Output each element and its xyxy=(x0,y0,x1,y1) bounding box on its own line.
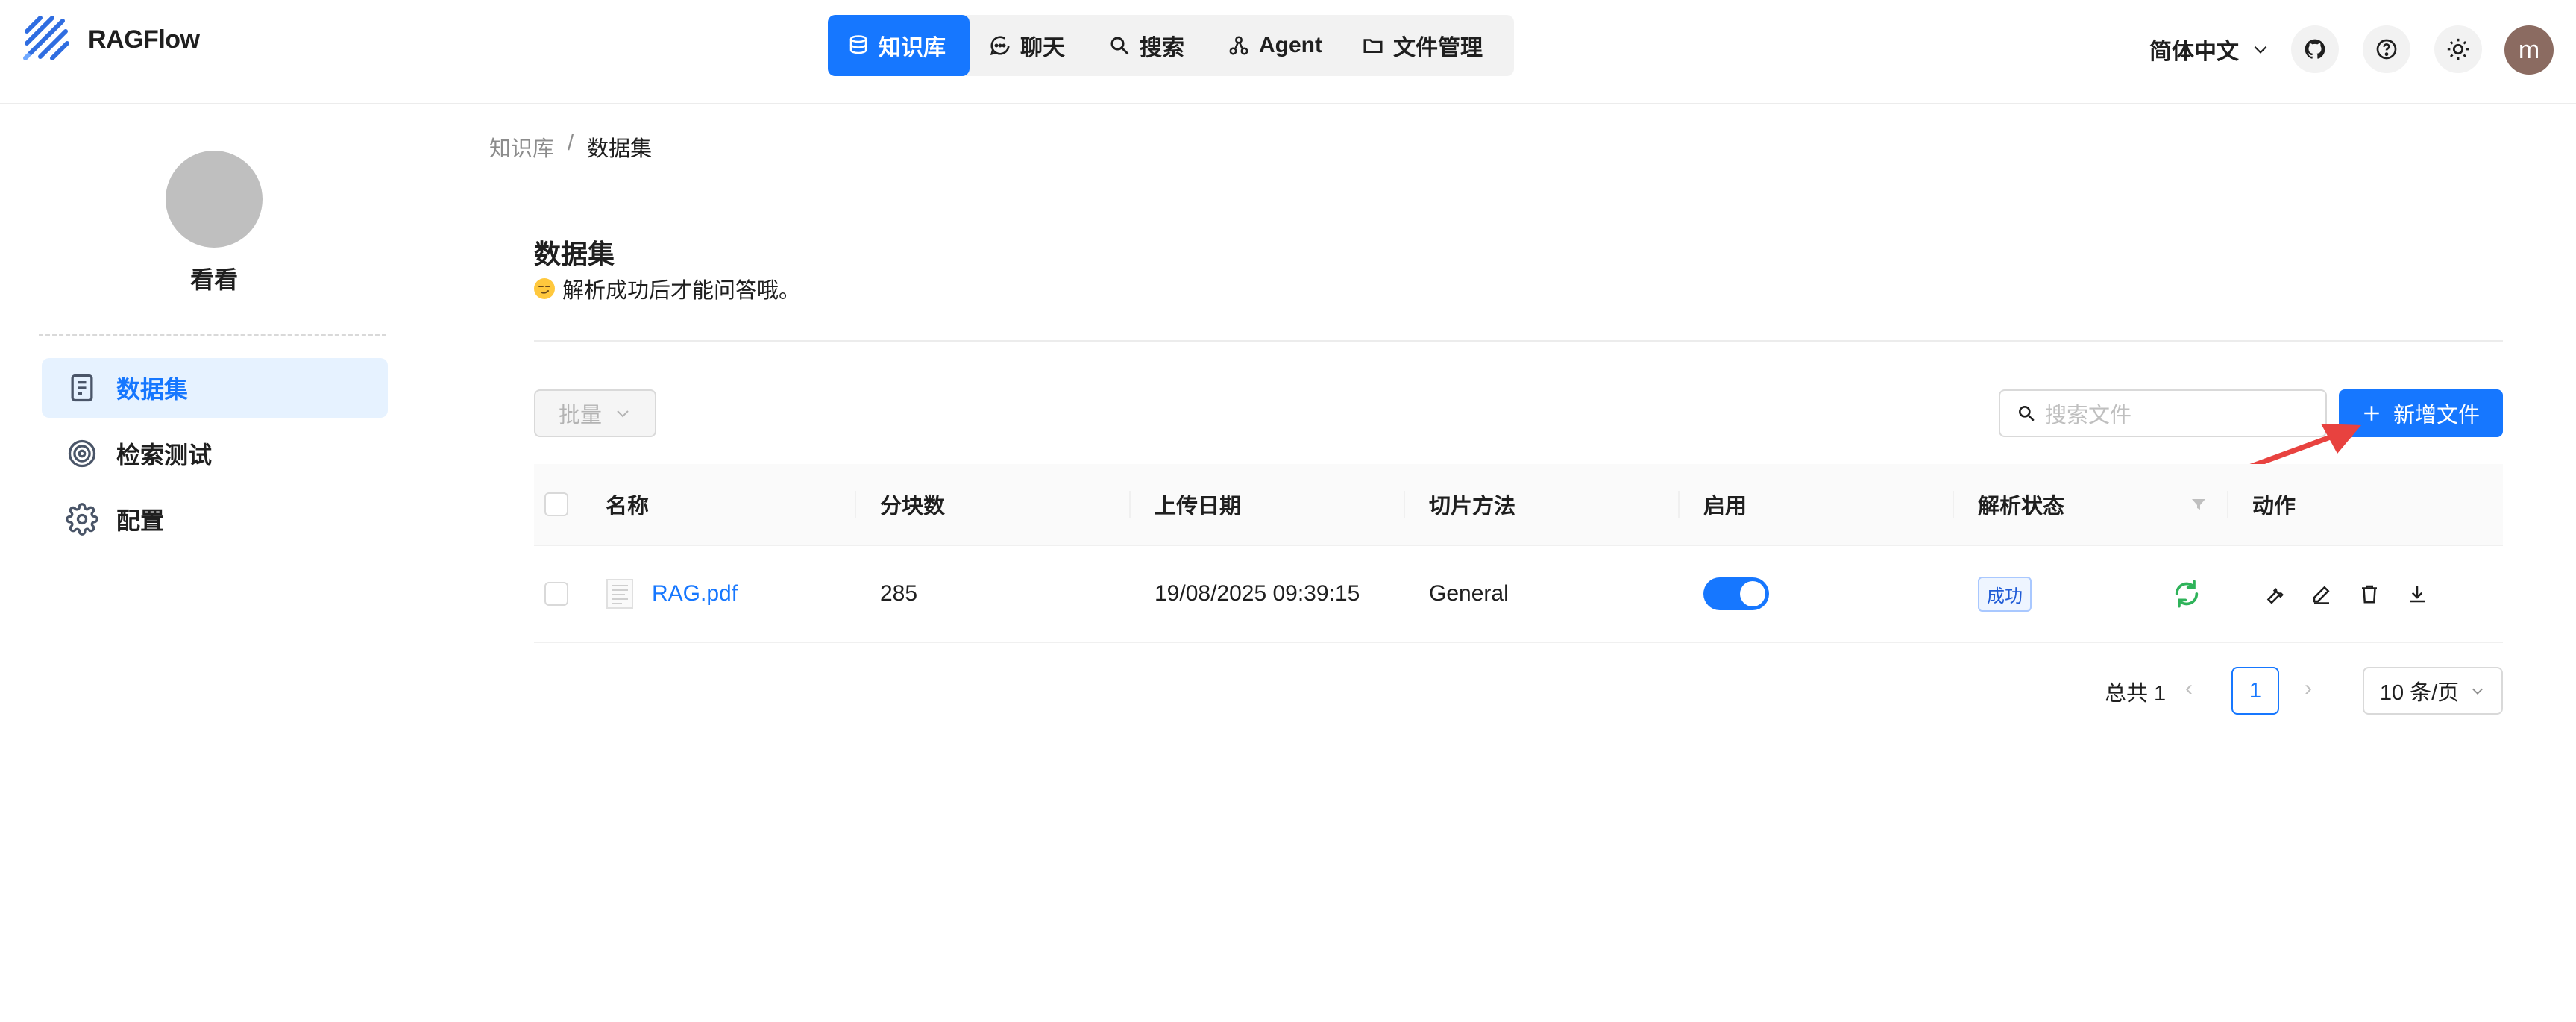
chevron-down-icon xyxy=(2251,40,2270,59)
search-placeholder: 搜索文件 xyxy=(2045,404,2132,427)
sidebar-item-retrieval-test[interactable]: 检索测试 xyxy=(42,424,388,483)
column-header-parse-status[interactable]: 解析状态 xyxy=(1978,464,2064,545)
filter-icon[interactable] xyxy=(2190,464,2208,545)
chevron-down-icon xyxy=(2469,683,2486,699)
gear-icon xyxy=(66,503,98,536)
delete-trash-icon[interactable] xyxy=(2358,546,2381,642)
sidebar-item-configuration[interactable]: 配置 xyxy=(42,489,388,549)
nav-item-label: 知识库 xyxy=(879,36,946,60)
nav-item-label: 文件管理 xyxy=(1393,36,1483,60)
breadcrumb-current: 数据集 xyxy=(587,137,653,161)
column-header-actions: 动作 xyxy=(2252,495,2296,518)
nav-item-label: 搜索 xyxy=(1140,36,1184,60)
dataset-avatar xyxy=(166,151,263,248)
upload-date-cell: 19/08/2025 09:39:15 xyxy=(1155,581,1360,606)
nav-item-label: 聊天 xyxy=(1020,36,1065,60)
table-row: RAG.pdf 285 19/08/2025 09:39:15 General … xyxy=(534,546,2503,643)
database-icon xyxy=(847,34,870,57)
plus-icon xyxy=(2362,404,2381,423)
main-nav: 知识库 聊天 搜索 Agent 文件管理 xyxy=(828,15,1514,76)
sun-icon xyxy=(2445,37,2471,62)
sidebar-item-label: 配置 xyxy=(116,507,165,534)
sidebar-item-label: 检索测试 xyxy=(116,442,213,468)
app-name[interactable]: RAGFlow xyxy=(88,25,200,54)
nav-item-file-management[interactable]: 文件管理 xyxy=(1342,15,1514,76)
settings-wrench-icon[interactable] xyxy=(2263,546,2285,642)
row-checkbox[interactable] xyxy=(544,546,568,642)
theme-toggle-button[interactable] xyxy=(2434,25,2482,73)
chat-icon xyxy=(989,34,1011,57)
add-file-label: 新增文件 xyxy=(2393,404,2480,427)
user-avatar[interactable]: m xyxy=(2504,25,2554,75)
status-badge: 成功 xyxy=(1978,576,2032,612)
page-size-label: 10 条/页 xyxy=(2379,681,2460,705)
nav-item-search[interactable]: 搜索 xyxy=(1089,15,1208,76)
page-description: 解析成功后才能问答哦。 xyxy=(534,273,800,304)
target-icon xyxy=(66,437,98,470)
language-selector[interactable]: 简体中文 xyxy=(2149,33,2270,66)
rename-pencil-icon[interactable] xyxy=(2310,546,2333,642)
download-icon[interactable] xyxy=(2406,546,2428,642)
sidebar-divider xyxy=(39,334,386,336)
language-label: 简体中文 xyxy=(2149,40,2239,64)
enabled-cell xyxy=(1703,546,1769,642)
search-icon xyxy=(2017,404,2036,423)
section-divider xyxy=(534,340,2503,342)
column-header-upload-date[interactable]: 上传日期 xyxy=(1155,464,1241,545)
nav-item-knowledge-base[interactable]: 知识库 xyxy=(828,15,970,76)
chunk-method-cell: General xyxy=(1429,581,1509,606)
column-header-enabled[interactable]: 启用 xyxy=(1703,464,1747,545)
chunks-cell: 285 xyxy=(880,581,918,606)
document-icon xyxy=(66,372,98,404)
column-header-chunk-method[interactable]: 切片方法 xyxy=(1429,464,1515,545)
pagination-next-icon[interactable]: › xyxy=(2305,676,2312,701)
pagination-total: 总共 1 xyxy=(2105,682,2167,706)
parse-status-cell: 成功 xyxy=(1978,546,2032,642)
breadcrumb-separator: / xyxy=(568,131,574,155)
description-text: 解析成功后才能问答哦。 xyxy=(562,279,801,303)
nav-item-label: Agent xyxy=(1259,33,1322,57)
file-name-link[interactable]: RAG.pdf xyxy=(652,581,738,606)
search-icon xyxy=(1108,34,1131,57)
chevron-down-icon xyxy=(614,404,632,422)
help-button[interactable] xyxy=(2363,25,2410,73)
table-header: 名称 分块数 上传日期 切片方法 启用 解析状态 动作 xyxy=(534,464,2503,546)
column-header-name[interactable]: 名称 xyxy=(606,464,649,545)
pagination-prev-icon[interactable]: ‹ xyxy=(2185,676,2193,701)
breadcrumb: 知识库 / 数据集 xyxy=(489,131,652,163)
sidebar-item-label: 数据集 xyxy=(116,376,189,403)
pdf-file-icon xyxy=(606,578,634,609)
batch-label: 批量 xyxy=(558,404,602,427)
page-title: 数据集 xyxy=(534,239,615,269)
batch-dropdown-button[interactable]: 批量 xyxy=(534,389,656,437)
question-circle-icon xyxy=(2375,37,2398,61)
pagination-page-1[interactable]: 1 xyxy=(2231,667,2279,715)
column-header-chunks[interactable]: 分块数 xyxy=(880,464,945,545)
file-name-cell: RAG.pdf xyxy=(606,546,738,642)
agent-icon xyxy=(1228,34,1250,57)
github-icon xyxy=(2303,37,2327,61)
folder-icon xyxy=(1362,34,1384,57)
nav-item-agent[interactable]: Agent xyxy=(1208,15,1342,76)
reparse-icon[interactable] xyxy=(2172,546,2202,642)
select-all-checkbox[interactable] xyxy=(544,464,568,545)
github-button[interactable] xyxy=(2291,25,2339,73)
ragflow-logo-icon[interactable] xyxy=(22,13,73,64)
nav-item-chat[interactable]: 聊天 xyxy=(970,15,1089,76)
enabled-toggle[interactable] xyxy=(1703,577,1769,610)
smirk-emoji-icon xyxy=(534,278,555,299)
dataset-name: 看看 xyxy=(189,266,238,293)
page-size-select[interactable]: 10 条/页 xyxy=(2363,667,2503,715)
breadcrumb-root[interactable]: 知识库 xyxy=(489,131,554,163)
sidebar-item-dataset[interactable]: 数据集 xyxy=(42,358,388,418)
